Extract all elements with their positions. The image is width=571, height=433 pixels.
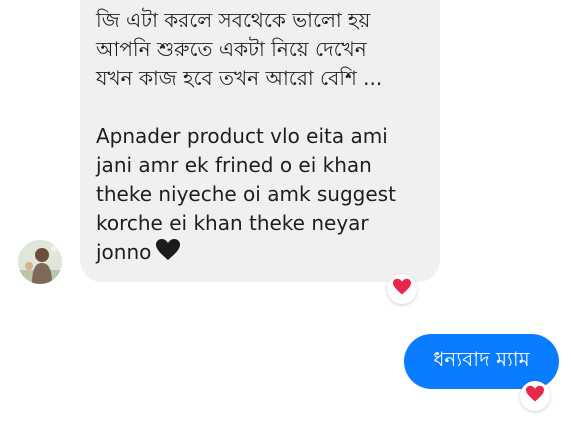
message-line: যখন কাজ হবে তখন আরো বেশি ... [96, 66, 383, 90]
message-line: Apnader product vlo eita ami [96, 124, 388, 148]
message-line-text: jonno [96, 240, 152, 264]
incoming-message-bubble[interactable]: জি এটা করলে সবথেকে ভালো হয় আপনি শুরুতে … [80, 0, 440, 282]
message-reaction[interactable] [387, 274, 417, 304]
message-line: korche ei khan theke neyar [96, 211, 369, 235]
message-line: theke niyeche oi amk suggest [96, 182, 396, 206]
message-line: আপনি শুরুতে একটা নিয়ে দেখেন [96, 37, 367, 61]
message-last-line: jonno [96, 238, 426, 270]
black-heart-icon [155, 238, 181, 270]
heart-icon [392, 278, 412, 300]
message-line: জি এটা করলে সবথেকে ভালো হয় [96, 8, 371, 32]
message-line: jani amr ek frined o ei khan [96, 153, 372, 177]
sender-avatar[interactable] [18, 240, 62, 284]
heart-icon [525, 385, 545, 407]
chat-thread: জি এটা করলে সবথেকে ভালো হয় আপনি শুরুতে … [0, 0, 571, 433]
message-text: ধন্যবাদ ম্যাম [433, 347, 530, 371]
message-reaction[interactable] [520, 381, 550, 411]
